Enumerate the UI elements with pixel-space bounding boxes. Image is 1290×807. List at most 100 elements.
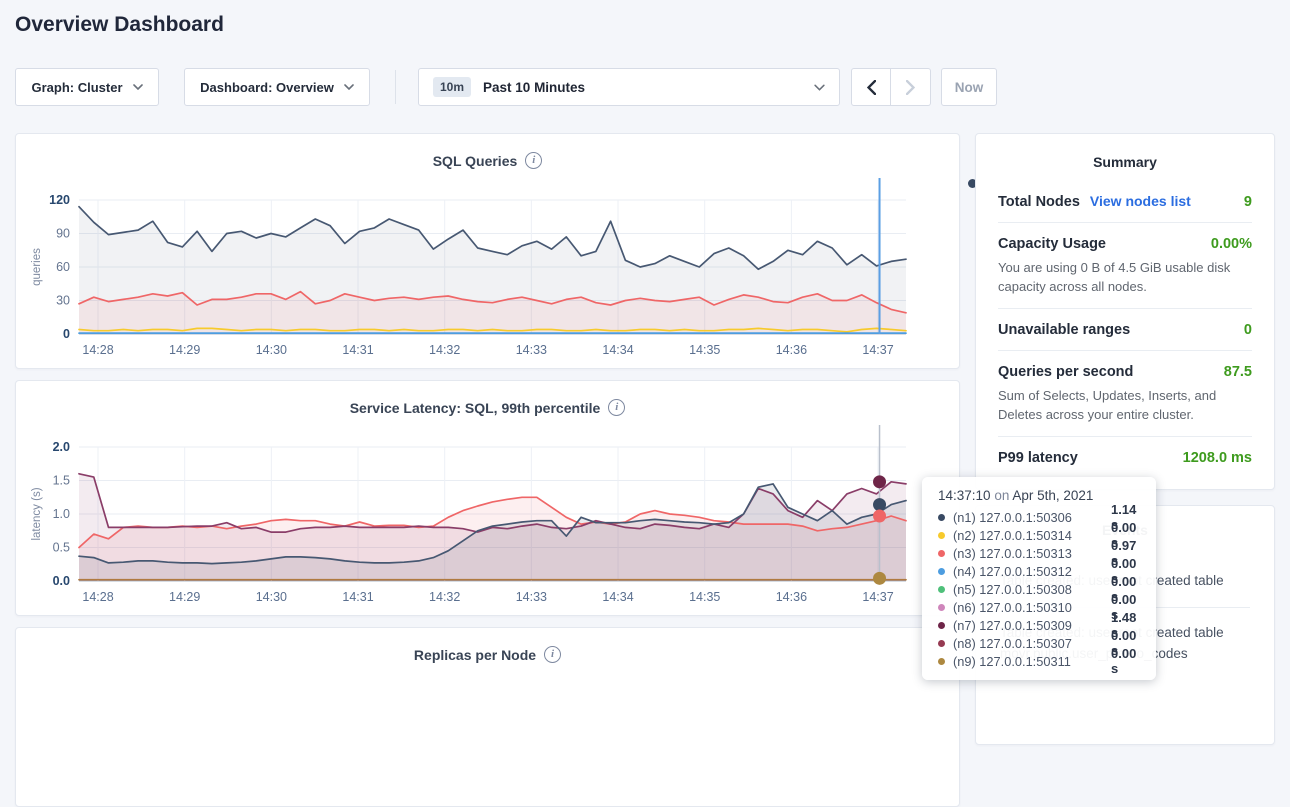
tooltip-node-label: (n9) 127.0.0.1:50311 bbox=[953, 654, 1103, 669]
tooltip-node-row: (n9) 127.0.0.1:503110.00 s bbox=[938, 652, 1142, 670]
svg-text:14:33: 14:33 bbox=[516, 343, 547, 357]
svg-text:2.0: 2.0 bbox=[53, 440, 70, 454]
summary-row: P99 latency 1208.0 ms bbox=[998, 436, 1252, 478]
svg-text:14:37: 14:37 bbox=[862, 343, 893, 357]
toolbar-divider bbox=[395, 70, 396, 104]
time-range-label: Past 10 Minutes bbox=[483, 80, 802, 95]
summary-row: Queries per second 87.5 Sum of Selects, Up… bbox=[998, 350, 1252, 436]
summary-row: Total Nodes View nodes list 9 bbox=[998, 180, 1252, 222]
svg-text:14:35: 14:35 bbox=[689, 590, 720, 604]
svg-text:60: 60 bbox=[56, 260, 70, 274]
svg-text:queries: queries bbox=[31, 248, 43, 286]
svg-text:14:34: 14:34 bbox=[602, 343, 633, 357]
svg-text:14:36: 14:36 bbox=[776, 590, 807, 604]
series-dot-icon bbox=[938, 658, 945, 665]
tooltip-timestamp: 14:37:10 on Apr 5th, 2021 bbox=[938, 488, 1142, 503]
series-dot-icon bbox=[938, 568, 945, 575]
dashboard-dropdown[interactable]: Dashboard: Overview bbox=[184, 68, 370, 106]
tooltip-node-label: (n6) 127.0.0.1:50310 bbox=[953, 600, 1103, 615]
time-range-badge: 10m bbox=[433, 77, 471, 97]
svg-text:14:32: 14:32 bbox=[429, 590, 460, 604]
svg-text:14:30: 14:30 bbox=[256, 590, 287, 604]
summary-row-subtext: You are using 0 B of 4.5 GiB usable disk… bbox=[998, 258, 1252, 296]
svg-text:14:36: 14:36 bbox=[776, 343, 807, 357]
summary-row-value: 87.5 bbox=[1224, 364, 1252, 380]
tooltip-node-label: (n3) 127.0.0.1:50313 bbox=[953, 546, 1103, 561]
replicas-per-node-card: Replicas per Node i bbox=[15, 627, 960, 807]
sql-queries-chart[interactable]: 0 30 60 90 120 14:28 14:29 14:30 14:31 14:32 14:33… bbox=[16, 134, 961, 370]
sql-queries-card: SQL Queries i 030609012014:2814:2914:301… bbox=[15, 133, 960, 369]
svg-text:30: 30 bbox=[56, 294, 70, 308]
info-icon[interactable]: i bbox=[544, 646, 561, 663]
svg-text:14:32: 14:32 bbox=[429, 343, 460, 357]
service-latency-card: Service Latency: SQL, 99th percentile i … bbox=[15, 380, 960, 616]
summary-row-label: Capacity Usage bbox=[998, 236, 1106, 252]
summary-row-label: Queries per second bbox=[998, 364, 1133, 380]
series-dot-icon bbox=[938, 550, 945, 557]
summary-row-value: 0 bbox=[1244, 322, 1252, 338]
series-dot-icon bbox=[938, 622, 945, 629]
series-dot-icon bbox=[938, 604, 945, 611]
time-window-arrows bbox=[851, 68, 931, 106]
svg-text:0.5: 0.5 bbox=[53, 541, 70, 555]
summary-row: Capacity Usage 0.00% You are using 0 B of … bbox=[998, 222, 1252, 308]
chevron-down-icon bbox=[344, 84, 354, 90]
svg-text:14:30: 14:30 bbox=[256, 343, 287, 357]
dashboard-dropdown-label: Dashboard: Overview bbox=[200, 80, 334, 95]
tooltip-node-value: 0.00 s bbox=[1111, 646, 1142, 676]
now-button-label: Now bbox=[955, 80, 984, 95]
summary-row-value: 0.00% bbox=[1211, 236, 1252, 252]
page-title: Overview Dashboard bbox=[15, 13, 224, 37]
tooltip-node-label: (n7) 127.0.0.1:50309 bbox=[953, 618, 1103, 633]
chevron-down-icon bbox=[133, 84, 143, 90]
svg-text:14:37: 14:37 bbox=[862, 590, 893, 604]
svg-text:120: 120 bbox=[49, 193, 70, 207]
svg-text:0: 0 bbox=[63, 327, 70, 341]
tooltip-node-rows: (n1) 127.0.0.1:503061.14 s(n2) 127.0.0.1… bbox=[938, 508, 1142, 670]
tooltip-node-label: (n5) 127.0.0.1:50308 bbox=[953, 582, 1103, 597]
summary-row-label: Unavailable ranges bbox=[998, 322, 1130, 338]
chart-hover-tooltip: 14:37:10 on Apr 5th, 2021 (n1) 127.0.0.1… bbox=[922, 477, 1156, 680]
summary-panel-title: Summary bbox=[998, 154, 1252, 170]
tooltip-node-label: (n1) 127.0.0.1:50306 bbox=[953, 510, 1103, 525]
svg-text:14:34: 14:34 bbox=[602, 590, 633, 604]
summary-row-subtext: Sum of Selects, Updates, Inserts, and De… bbox=[998, 386, 1252, 424]
summary-row: Unavailable ranges 0 bbox=[998, 308, 1252, 350]
chevron-right-icon bbox=[906, 80, 915, 95]
summary-row-label: Total Nodes bbox=[998, 194, 1080, 210]
graph-dropdown[interactable]: Graph: Cluster bbox=[15, 68, 159, 106]
svg-text:1.0: 1.0 bbox=[53, 507, 70, 521]
series-dot-icon bbox=[938, 586, 945, 593]
svg-text:0.0: 0.0 bbox=[53, 574, 70, 588]
chevron-down-icon bbox=[814, 84, 825, 91]
service-latency-chart[interactable]: 0.0 0.5 1.0 1.5 2.0 14:28 14:29 14:30 14:31 14:32… bbox=[16, 381, 961, 617]
svg-text:14:28: 14:28 bbox=[82, 343, 113, 357]
svg-text:14:29: 14:29 bbox=[169, 343, 200, 357]
summary-panel: Summary Total Nodes View nodes list 9 Capac… bbox=[975, 133, 1275, 490]
time-range-picker[interactable]: 10m Past 10 Minutes bbox=[418, 68, 840, 106]
summary-row-value: 1208.0 ms bbox=[1183, 450, 1252, 466]
svg-text:90: 90 bbox=[56, 227, 70, 241]
summary-row-value: 9 bbox=[1244, 194, 1252, 210]
summary-row-label: P99 latency bbox=[998, 450, 1078, 466]
svg-text:14:35: 14:35 bbox=[689, 343, 720, 357]
series-dot-icon bbox=[938, 640, 945, 647]
series-dot-icon bbox=[938, 514, 945, 521]
svg-text:14:29: 14:29 bbox=[169, 590, 200, 604]
tooltip-node-label: (n4) 127.0.0.1:50312 bbox=[953, 564, 1103, 579]
svg-text:14:31: 14:31 bbox=[342, 343, 373, 357]
graph-dropdown-label: Graph: Cluster bbox=[31, 80, 122, 95]
chevron-left-icon bbox=[867, 80, 876, 95]
view-nodes-link[interactable]: View nodes list bbox=[1090, 193, 1191, 209]
series-dot-icon bbox=[938, 532, 945, 539]
tooltip-node-label: (n8) 127.0.0.1:50307 bbox=[953, 636, 1103, 651]
now-button[interactable]: Now bbox=[941, 68, 997, 106]
svg-text:latency (s): latency (s) bbox=[31, 487, 43, 540]
tooltip-node-label: (n2) 127.0.0.1:50314 bbox=[953, 528, 1103, 543]
replicas-per-node-title: Replicas per Node i bbox=[16, 628, 959, 663]
svg-text:1.5: 1.5 bbox=[53, 474, 70, 488]
prev-time-button[interactable] bbox=[851, 68, 891, 106]
next-time-button[interactable] bbox=[891, 68, 931, 106]
svg-text:14:28: 14:28 bbox=[82, 590, 113, 604]
svg-text:14:31: 14:31 bbox=[342, 590, 373, 604]
